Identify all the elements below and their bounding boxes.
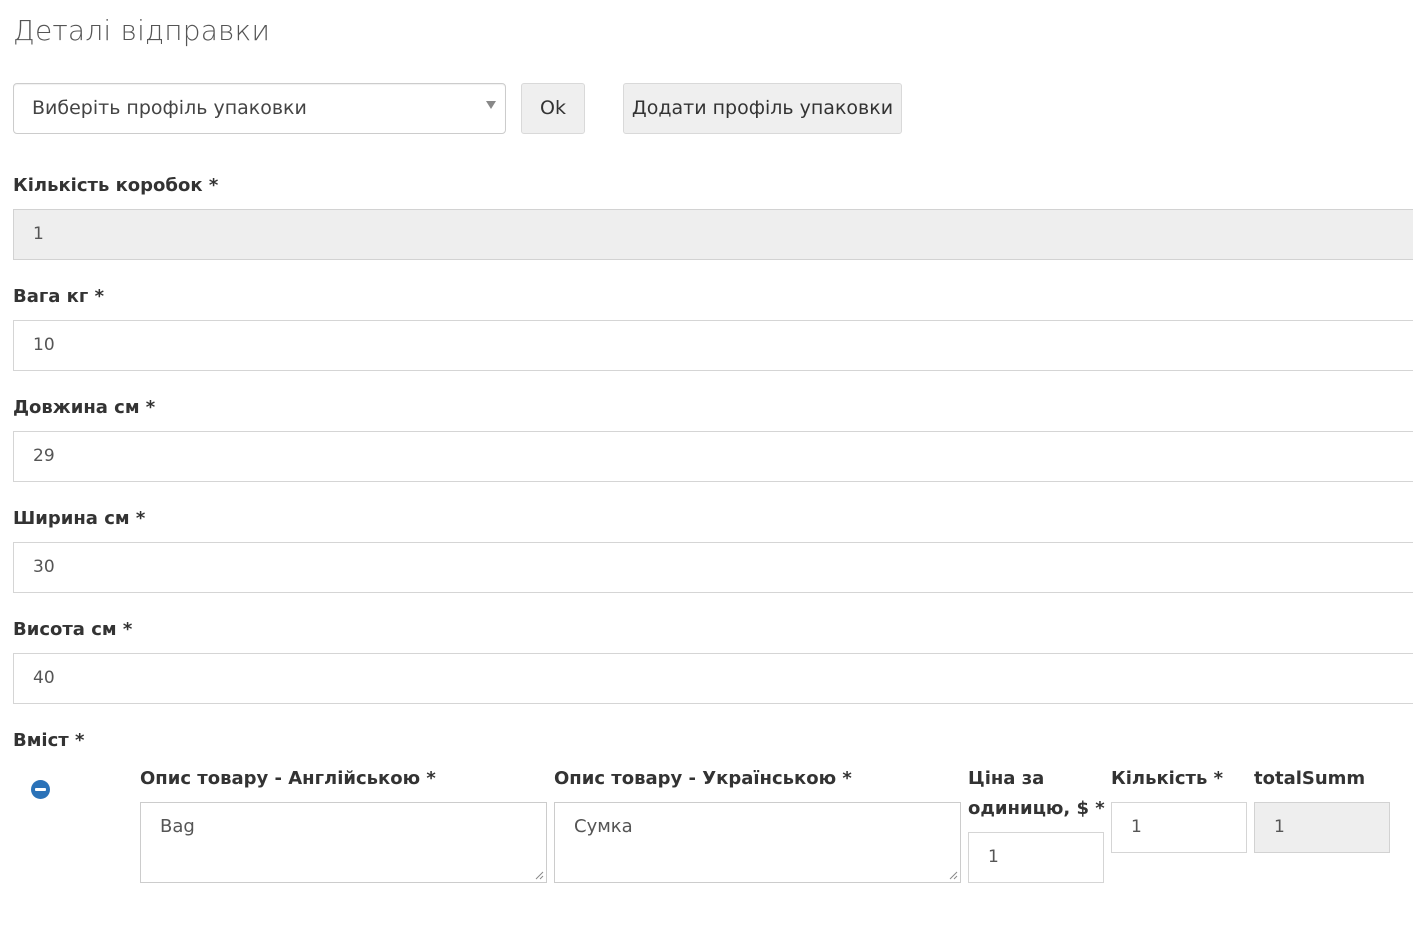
contents-label: Вміст *: [13, 730, 85, 751]
desc-en-value: Bag: [160, 816, 195, 837]
ok-button[interactable]: Ok: [521, 83, 585, 134]
chevron-down-icon: [486, 101, 496, 109]
desc-en-textarea[interactable]: Bag: [140, 802, 547, 883]
remove-row-icon[interactable]: [31, 780, 50, 799]
height-label: Висота см *: [13, 619, 133, 640]
packaging-profile-select[interactable]: Виберіть профіль упаковки: [13, 83, 506, 134]
quantity-column-label: Кількість *: [1111, 768, 1223, 789]
width-field[interactable]: 30: [13, 542, 1413, 593]
desc-uk-textarea[interactable]: Сумка: [554, 802, 961, 883]
desc-en-column-label: Опис товару - Англійською *: [140, 768, 436, 789]
desc-uk-column-label: Опис товару - Українською *: [554, 768, 852, 789]
resize-grip-icon[interactable]: [949, 871, 958, 880]
total-field: 1: [1254, 802, 1390, 853]
total-column-label: totalSumm: [1254, 768, 1366, 789]
height-field[interactable]: 40: [13, 653, 1413, 704]
boxes-count-label: Кількість коробок *: [13, 175, 219, 196]
resize-grip-icon[interactable]: [535, 871, 544, 880]
weight-field[interactable]: 10: [13, 320, 1413, 371]
packaging-profile-select-value: Виберіть профіль упаковки: [32, 97, 307, 119]
length-field[interactable]: 29: [13, 431, 1413, 482]
unit-price-column-label: Ціна за одиницю, $ *: [968, 768, 1105, 819]
width-label: Ширина см *: [13, 508, 146, 529]
page-title: Деталі відправки: [13, 14, 271, 47]
add-packaging-profile-button[interactable]: Додати профіль упаковки: [623, 83, 902, 134]
boxes-count-field: 1: [13, 209, 1413, 260]
unit-price-field[interactable]: 1: [968, 832, 1104, 883]
length-label: Довжина см *: [13, 397, 156, 418]
weight-label: Вага кг *: [13, 286, 104, 307]
quantity-field[interactable]: 1: [1111, 802, 1247, 853]
desc-uk-value: Сумка: [574, 816, 633, 837]
